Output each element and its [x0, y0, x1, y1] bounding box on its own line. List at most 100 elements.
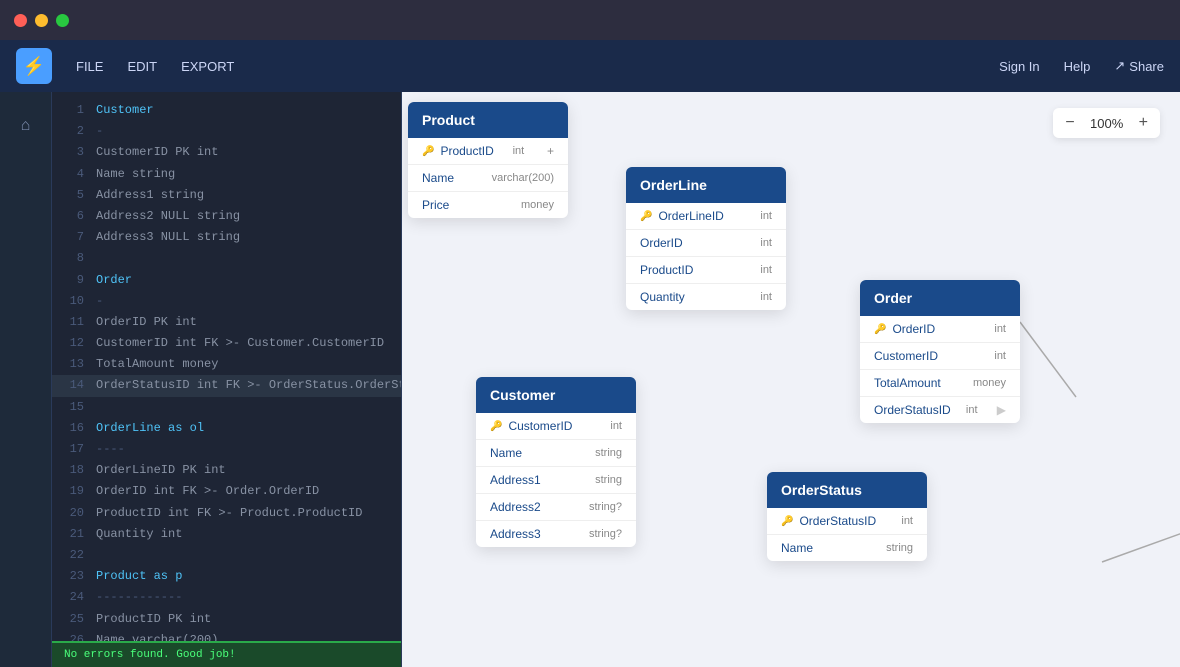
column-name: Name	[781, 541, 813, 555]
topbar: ⚡ FILE EDIT EXPORT Sign In Help ↗ Share	[0, 40, 1180, 92]
sign-in-button[interactable]: Sign In	[999, 59, 1039, 74]
column-type: int	[760, 264, 772, 276]
home-icon[interactable]: ⌂	[8, 108, 44, 144]
column-name: Price	[422, 198, 449, 212]
key-icon: 🔑	[874, 324, 886, 335]
canvas-area[interactable]: − 100% + Product🔑ProductIDint+Namevarcha…	[402, 92, 1180, 667]
code-line[interactable]: 10-	[52, 291, 401, 312]
column-type: int	[966, 404, 978, 416]
column-type: string?	[589, 528, 622, 540]
table-row[interactable]: 🔑ProductIDint+	[408, 138, 568, 164]
code-line[interactable]: 15	[52, 397, 401, 418]
code-line[interactable]: 6Address2 NULL string	[52, 206, 401, 227]
menu-edit[interactable]: EDIT	[127, 55, 157, 78]
share-icon: ↗	[1114, 58, 1125, 74]
table-row[interactable]: Pricemoney	[408, 191, 568, 218]
code-panel: 1Customer2-3CustomerID PK int4Name strin…	[52, 92, 402, 667]
key-icon: 🔑	[422, 146, 434, 157]
table-row[interactable]: Address2 string?	[476, 493, 636, 520]
arrow-right-icon: ▶	[997, 403, 1006, 417]
menu-export[interactable]: EXPORT	[181, 55, 234, 78]
code-line[interactable]: 16OrderLine as ol	[52, 418, 401, 439]
close-button[interactable]	[14, 14, 27, 27]
table-row[interactable]: Address3string?	[476, 520, 636, 547]
code-line[interactable]: 5Address1 string	[52, 185, 401, 206]
erd-table-product[interactable]: Product🔑ProductIDint+Namevarchar(200)Pri…	[408, 102, 568, 218]
maximize-button[interactable]	[56, 14, 69, 27]
code-line[interactable]: 17----	[52, 439, 401, 460]
window-chrome	[0, 0, 1180, 40]
key-icon: 🔑	[781, 516, 793, 527]
erd-table-orderstatus[interactable]: OrderStatus🔑OrderStatusIDintNamestring	[767, 472, 927, 561]
menu-file[interactable]: FILE	[76, 55, 103, 78]
erd-table-customer[interactable]: Customer🔑CustomerIDintNamestringAddress1…	[476, 377, 636, 547]
table-row[interactable]: OrderStatusID int ▶	[860, 396, 1020, 423]
code-line[interactable]: 3CustomerID PK int	[52, 142, 401, 163]
table-row[interactable]: Namevarchar(200)	[408, 164, 568, 191]
code-line[interactable]: 1Customer	[52, 100, 401, 121]
table-row[interactable]: 🔑CustomerIDint	[476, 413, 636, 439]
table-row[interactable]: Address1 string	[476, 466, 636, 493]
code-line[interactable]: 26Name varchar(200)	[52, 630, 401, 641]
column-type: int	[994, 323, 1006, 335]
help-button[interactable]: Help	[1064, 59, 1091, 74]
code-line[interactable]: 20ProductID int FK >- Product.ProductID	[52, 503, 401, 524]
zoom-in-button[interactable]: +	[1139, 114, 1148, 132]
app-logo: ⚡	[16, 48, 52, 84]
code-line[interactable]: 25ProductID PK int	[52, 609, 401, 630]
code-line[interactable]: 23Product as p	[52, 566, 401, 587]
column-name: OrderID	[640, 236, 683, 250]
column-name: Address1	[490, 473, 541, 487]
table-row[interactable]: 🔑OrderStatusIDint	[767, 508, 927, 534]
erd-table-order[interactable]: Order🔑OrderIDintCustomerIDintTotalAmount…	[860, 280, 1020, 423]
table-row[interactable]: TotalAmount money	[860, 369, 1020, 396]
zoom-level: 100%	[1087, 116, 1127, 131]
column-type: string?	[589, 501, 622, 513]
column-name: TotalAmount	[874, 376, 941, 390]
code-line[interactable]: 24------------	[52, 587, 401, 608]
code-line[interactable]: 19OrderID int FK >- Order.OrderID	[52, 481, 401, 502]
column-name: ProductID	[640, 263, 693, 277]
code-line[interactable]: 12CustomerID int FK >- Customer.Customer…	[52, 333, 401, 354]
code-line[interactable]: 14OrderStatusID int FK >- OrderStatus.Or…	[52, 375, 401, 396]
column-name: Address2	[490, 500, 541, 514]
column-name: OrderStatusID	[874, 403, 951, 417]
zoom-out-button[interactable]: −	[1065, 114, 1074, 132]
erd-table-header-customer: Customer	[476, 377, 636, 413]
minimize-button[interactable]	[35, 14, 48, 27]
code-line[interactable]: 7Address3 NULL string	[52, 227, 401, 248]
code-line[interactable]: 2-	[52, 121, 401, 142]
code-line[interactable]: 11OrderID PK int	[52, 312, 401, 333]
table-row[interactable]: Quantityint	[626, 283, 786, 310]
key-icon: 🔑	[640, 211, 652, 222]
column-type: string	[886, 542, 913, 554]
code-line[interactable]: 4Name string	[52, 164, 401, 185]
table-row[interactable]: 🔑OrderIDint	[860, 316, 1020, 342]
app: ⚡ FILE EDIT EXPORT Sign In Help ↗ Share …	[0, 40, 1180, 667]
code-line[interactable]: 13TotalAmount money	[52, 354, 401, 375]
code-line[interactable]: 21Quantity int	[52, 524, 401, 545]
erd-table-orderline[interactable]: OrderLine🔑OrderLineIDintOrderIDintProduc…	[626, 167, 786, 310]
column-name: 🔑OrderStatusID	[781, 514, 876, 528]
table-row[interactable]: OrderIDint	[626, 229, 786, 256]
code-line[interactable]: 18OrderLineID PK int	[52, 460, 401, 481]
code-line[interactable]: 9Order	[52, 270, 401, 291]
table-row[interactable]: 🔑OrderLineID int	[626, 203, 786, 229]
code-editor[interactable]: 1Customer2-3CustomerID PK int4Name strin…	[52, 92, 401, 641]
zoom-controls: − 100% +	[1053, 108, 1160, 138]
code-line[interactable]: 8	[52, 248, 401, 269]
table-row[interactable]: CustomerIDint	[860, 342, 1020, 369]
add-row-button[interactable]: +	[547, 144, 554, 158]
column-type: string	[595, 474, 622, 486]
topbar-right: Sign In Help ↗ Share	[999, 58, 1164, 74]
code-line[interactable]: 22	[52, 545, 401, 566]
column-type: string	[595, 447, 622, 459]
table-row[interactable]: Namestring	[476, 439, 636, 466]
column-type: int	[760, 210, 772, 222]
share-button[interactable]: ↗ Share	[1114, 58, 1164, 74]
table-row[interactable]: ProductID int	[626, 256, 786, 283]
main-area: ⌂ 1Customer2-3CustomerID PK int4Name str…	[0, 92, 1180, 667]
column-name: 🔑OrderLineID	[640, 209, 724, 223]
table-row[interactable]: Name string	[767, 534, 927, 561]
column-type: money	[973, 377, 1006, 389]
